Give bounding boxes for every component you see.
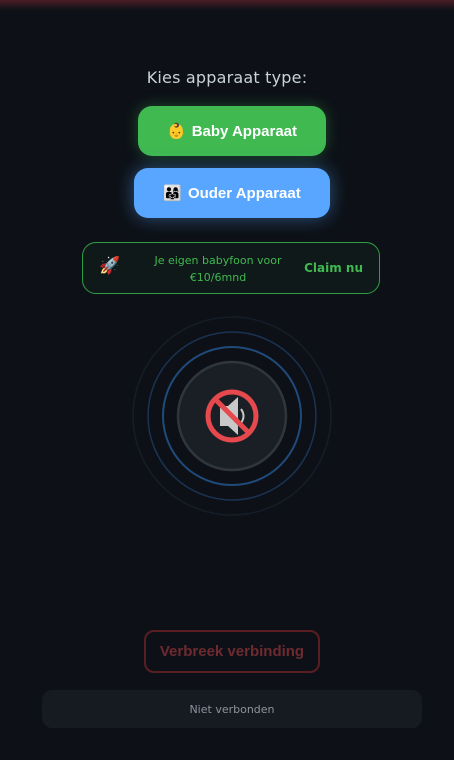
app-screen: Kies apparaat type: 👶 Baby Apparaat 👨‍👩‍… (0, 0, 454, 760)
claim-now-link[interactable]: Claim nu (304, 261, 363, 275)
family-icon: 👨‍👩‍👧 (163, 184, 182, 202)
baby-device-label: Baby Apparaat (191, 122, 297, 140)
promo-text-line1: Je eigen babyfoon voor (154, 254, 282, 267)
audio-level-indicator (132, 316, 332, 516)
promo-banner[interactable]: 🚀 Je eigen babyfoon voor €10/6mnd Claim … (82, 242, 380, 294)
baby-device-button[interactable]: 👶 Baby Apparaat (138, 106, 326, 156)
baby-face-icon: 👶 (167, 122, 186, 140)
device-type-prompt: Kies apparaat type: (146, 68, 308, 87)
connection-status: Niet verbonden (42, 690, 422, 728)
rocket-icon: 🚀 (99, 256, 121, 276)
connection-status-text: Niet verbonden (189, 702, 275, 716)
top-glow (0, 0, 454, 10)
parent-device-button[interactable]: 👨‍👩‍👧 Ouder Apparaat (134, 168, 330, 218)
promo-price: €10/6mnd (189, 271, 247, 284)
promo-text: Je eigen babyfoon voor €10/6mnd (143, 252, 293, 286)
parent-device-label: Ouder Apparaat (187, 184, 301, 202)
disconnect-button[interactable]: Verbreek verbinding (144, 630, 320, 673)
